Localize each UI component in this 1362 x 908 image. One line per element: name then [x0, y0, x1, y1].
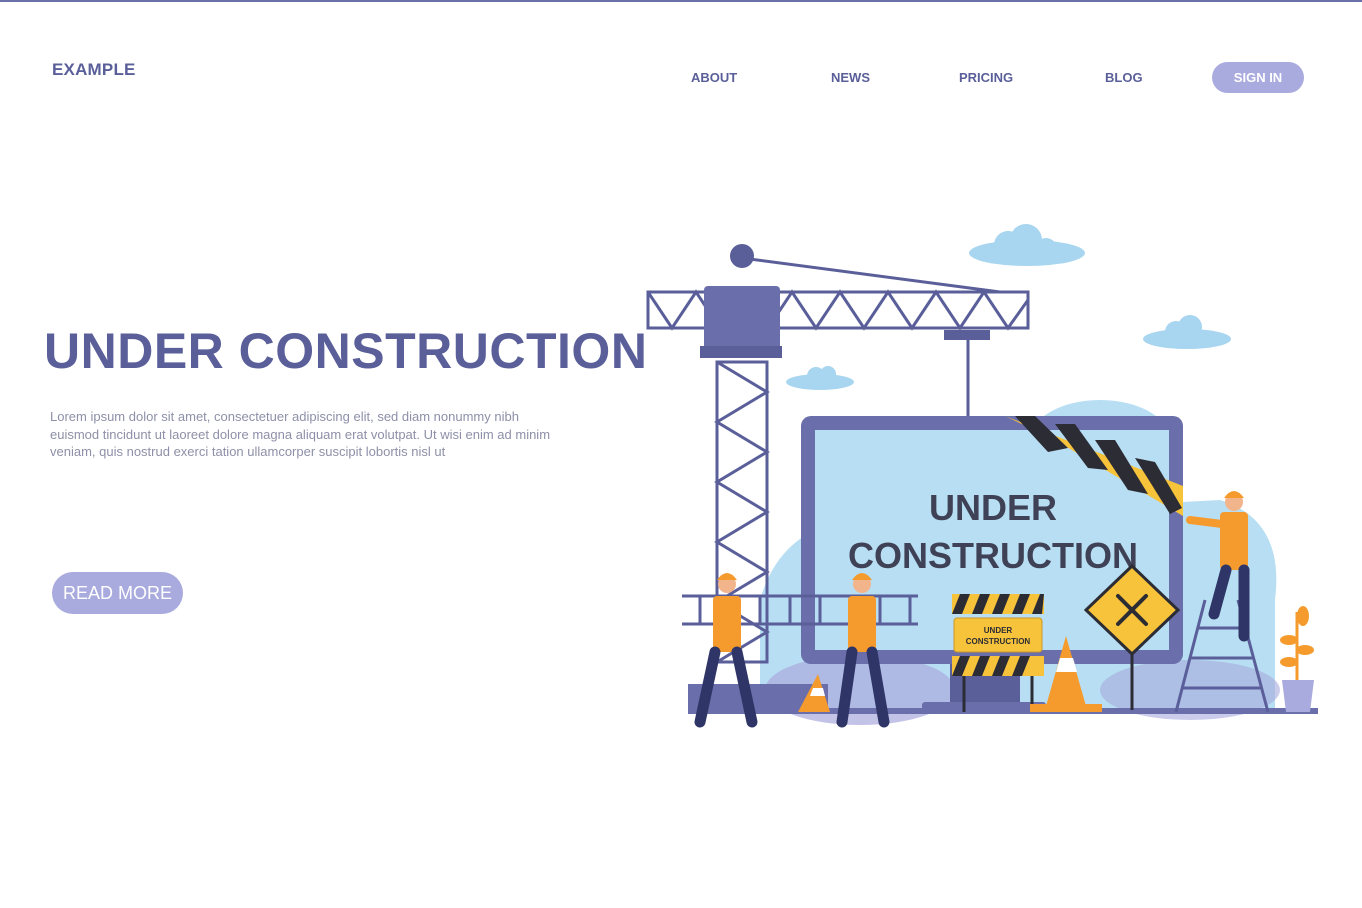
page-title: UNDER CONSTRUCTION [44, 323, 648, 379]
nav-blog[interactable]: BLOG [1105, 70, 1143, 85]
cloud-icon [786, 366, 854, 390]
nav-news[interactable]: NEWS [831, 70, 870, 85]
barrier-sign-line2: CONSTRUCTION [966, 637, 1031, 646]
screen-title-line1: UNDER [929, 487, 1057, 528]
potted-plant-icon [1280, 606, 1314, 712]
site-logo[interactable]: EXAMPLE [52, 60, 136, 80]
nav-about[interactable]: ABOUT [691, 70, 737, 85]
crane-cab [704, 286, 780, 356]
barrier-sign-line1: UNDER [984, 626, 1013, 635]
read-more-button[interactable]: READ MORE [52, 572, 183, 614]
monitor-base [922, 702, 1046, 712]
nav-pricing[interactable]: PRICING [959, 70, 1013, 85]
crane-cab-base [700, 346, 782, 358]
crane-hook [944, 330, 990, 340]
under-construction-illustration: UNDER CONSTRUCTION UNDER CONSTRUCTION [646, 224, 1318, 728]
cloud-icon [1143, 315, 1231, 349]
sign-in-button[interactable]: SIGN IN [1212, 62, 1304, 93]
cloud-icon [969, 224, 1085, 266]
top-border [0, 0, 1362, 2]
hero-description: Lorem ipsum dolor sit amet, consectetuer… [50, 409, 551, 459]
screen-title-line2: CONSTRUCTION [848, 535, 1138, 576]
crane-top [730, 244, 754, 268]
